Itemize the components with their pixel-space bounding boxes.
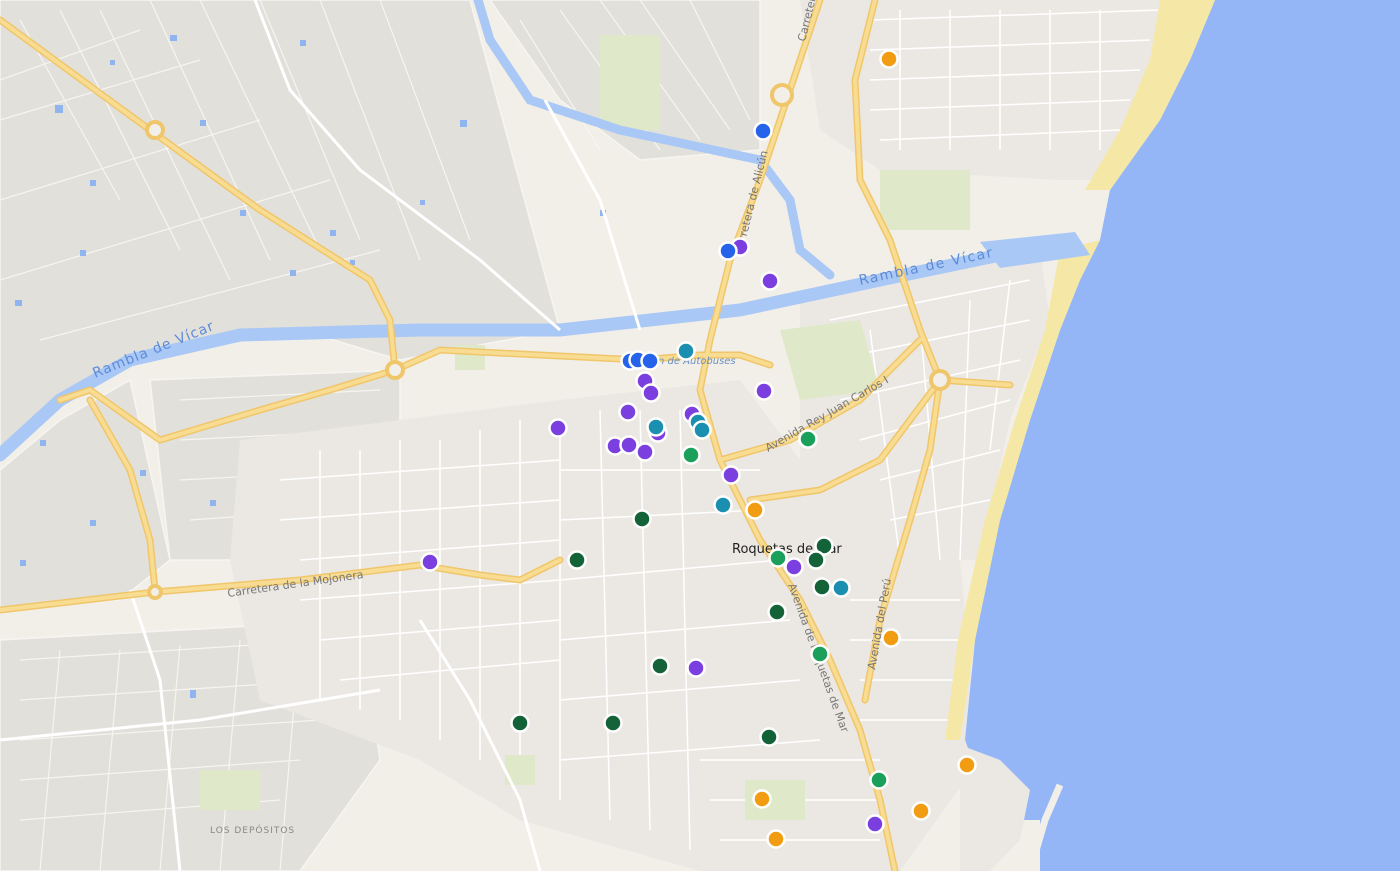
map-marker-blue[interactable]	[718, 241, 738, 261]
map-marker-teal[interactable]	[692, 420, 712, 440]
map-marker-darkgreen[interactable]	[603, 713, 623, 733]
map-marker-orange[interactable]	[752, 789, 772, 809]
map-marker-darkgreen[interactable]	[812, 577, 832, 597]
map-marker-darkgreen[interactable]	[806, 550, 826, 570]
map-marker-teal[interactable]	[676, 341, 696, 361]
map-marker-purple[interactable]	[641, 383, 661, 403]
map-marker-orange[interactable]	[879, 49, 899, 69]
map-marker-orange[interactable]	[745, 500, 765, 520]
map-marker-orange[interactable]	[957, 755, 977, 775]
map-marker-purple[interactable]	[686, 658, 706, 678]
map-marker-green[interactable]	[810, 644, 830, 664]
map-marker-orange[interactable]	[881, 628, 901, 648]
map-marker-darkgreen[interactable]	[767, 602, 787, 622]
map-marker-purple[interactable]	[619, 435, 639, 455]
map-marker-teal[interactable]	[831, 578, 851, 598]
map-marker-darkgreen[interactable]	[567, 550, 587, 570]
map-marker-purple[interactable]	[548, 418, 568, 438]
map-marker-orange[interactable]	[911, 801, 931, 821]
map-marker-darkgreen[interactable]	[650, 656, 670, 676]
map-marker-darkgreen[interactable]	[759, 727, 779, 747]
map-canvas[interactable]: Rambla de Vícar Rambla de Vícar Carreter…	[0, 0, 1400, 871]
map-view[interactable]: Rambla de Vícar Rambla de Vícar Carreter…	[0, 0, 1400, 871]
map-marker-blue[interactable]	[640, 351, 660, 371]
map-marker-orange[interactable]	[766, 829, 786, 849]
map-marker-darkgreen[interactable]	[510, 713, 530, 733]
map-marker-purple[interactable]	[754, 381, 774, 401]
map-marker-teal[interactable]	[713, 495, 733, 515]
map-marker-teal[interactable]	[646, 417, 666, 437]
map-marker-purple[interactable]	[420, 552, 440, 572]
map-marker-purple[interactable]	[865, 814, 885, 834]
label-depositos: LOS DEPÓSITOS	[210, 824, 295, 836]
map-marker-green[interactable]	[681, 445, 701, 465]
map-marker-purple[interactable]	[635, 442, 655, 462]
map-marker-purple[interactable]	[760, 271, 780, 291]
map-marker-purple[interactable]	[784, 557, 804, 577]
map-marker-blue[interactable]	[753, 121, 773, 141]
map-marker-darkgreen[interactable]	[632, 509, 652, 529]
map-marker-green[interactable]	[768, 548, 788, 568]
map-marker-purple[interactable]	[721, 465, 741, 485]
map-marker-purple[interactable]	[618, 402, 638, 422]
map-marker-green[interactable]	[798, 429, 818, 449]
map-marker-green[interactable]	[869, 770, 889, 790]
